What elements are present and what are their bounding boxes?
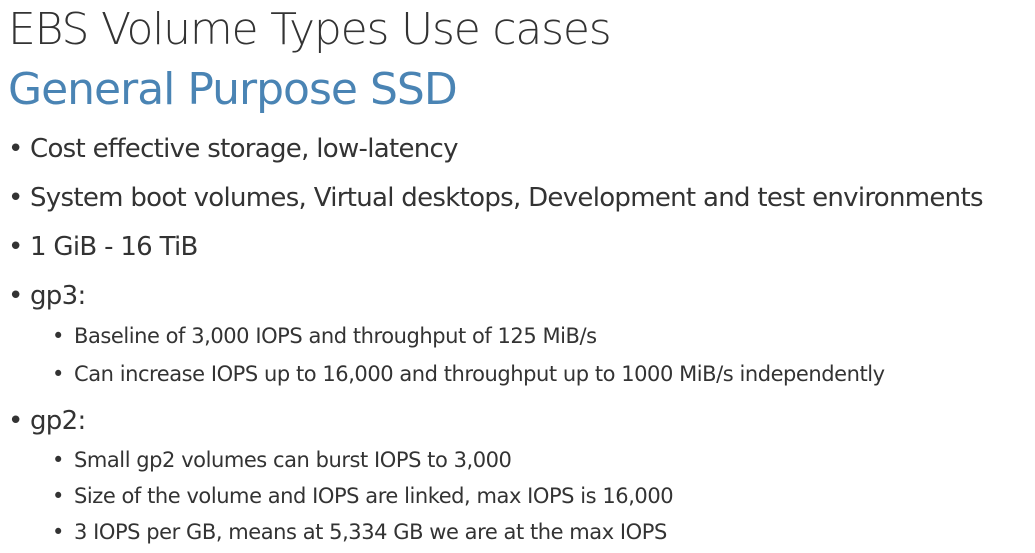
bullet-dot-icon: • — [8, 406, 23, 436]
bullet-item: • Cost effective storage, low-latency — [8, 132, 459, 166]
bullet-text: gp2: — [30, 406, 86, 436]
bullet-text: gp3: — [30, 281, 86, 311]
bullet-text: System boot volumes, Virtual desktops, D… — [30, 183, 983, 213]
slide-title: EBS Volume Types Use cases — [8, 4, 612, 55]
sub-bullet-text: Baseline of 3,000 IOPS and throughput of… — [74, 324, 597, 348]
bullet-item: • System boot volumes, Virtual desktops, … — [8, 181, 983, 215]
bullet-dot-icon: • — [52, 324, 64, 348]
sub-bullet-item: • 3 IOPS per GB, means at 5,334 GB we are… — [52, 518, 667, 546]
bullet-dot-icon: • — [8, 232, 23, 262]
bullet-item: • 1 GiB - 16 TiB — [8, 230, 198, 264]
bullet-item: • gp3: — [8, 279, 86, 313]
bullet-dot-icon: • — [8, 281, 23, 311]
sub-bullet-item: • Can increase IOPS up to 16,000 and thro… — [52, 360, 885, 388]
sub-bullet-item: • Baseline of 3,000 IOPS and throughput o… — [52, 322, 597, 350]
bullet-text: 1 GiB - 16 TiB — [30, 232, 198, 262]
sub-bullet-text: Small gp2 volumes can burst IOPS to 3,00… — [74, 448, 512, 472]
sub-bullet-item: • Small gp2 volumes can burst IOPS to 3,0… — [52, 446, 512, 474]
sub-bullet-text: Can increase IOPS up to 16,000 and throu… — [74, 362, 885, 386]
bullet-dot-icon: • — [8, 183, 23, 213]
sub-bullet-text: 3 IOPS per GB, means at 5,334 GB we are … — [74, 520, 667, 544]
bullet-dot-icon: • — [8, 134, 23, 164]
bullet-item: • gp2: — [8, 404, 86, 438]
bullet-dot-icon: • — [52, 362, 64, 386]
bullet-text: Cost effective storage, low-latency — [30, 134, 459, 164]
sub-bullet-item: • Size of the volume and IOPS are linked,… — [52, 482, 674, 510]
bullet-dot-icon: • — [52, 484, 64, 508]
bullet-dot-icon: • — [52, 448, 64, 472]
bullet-dot-icon: • — [52, 520, 64, 544]
slide-subtitle: General Purpose SSD — [8, 64, 458, 115]
sub-bullet-text: Size of the volume and IOPS are linked, … — [74, 484, 674, 508]
